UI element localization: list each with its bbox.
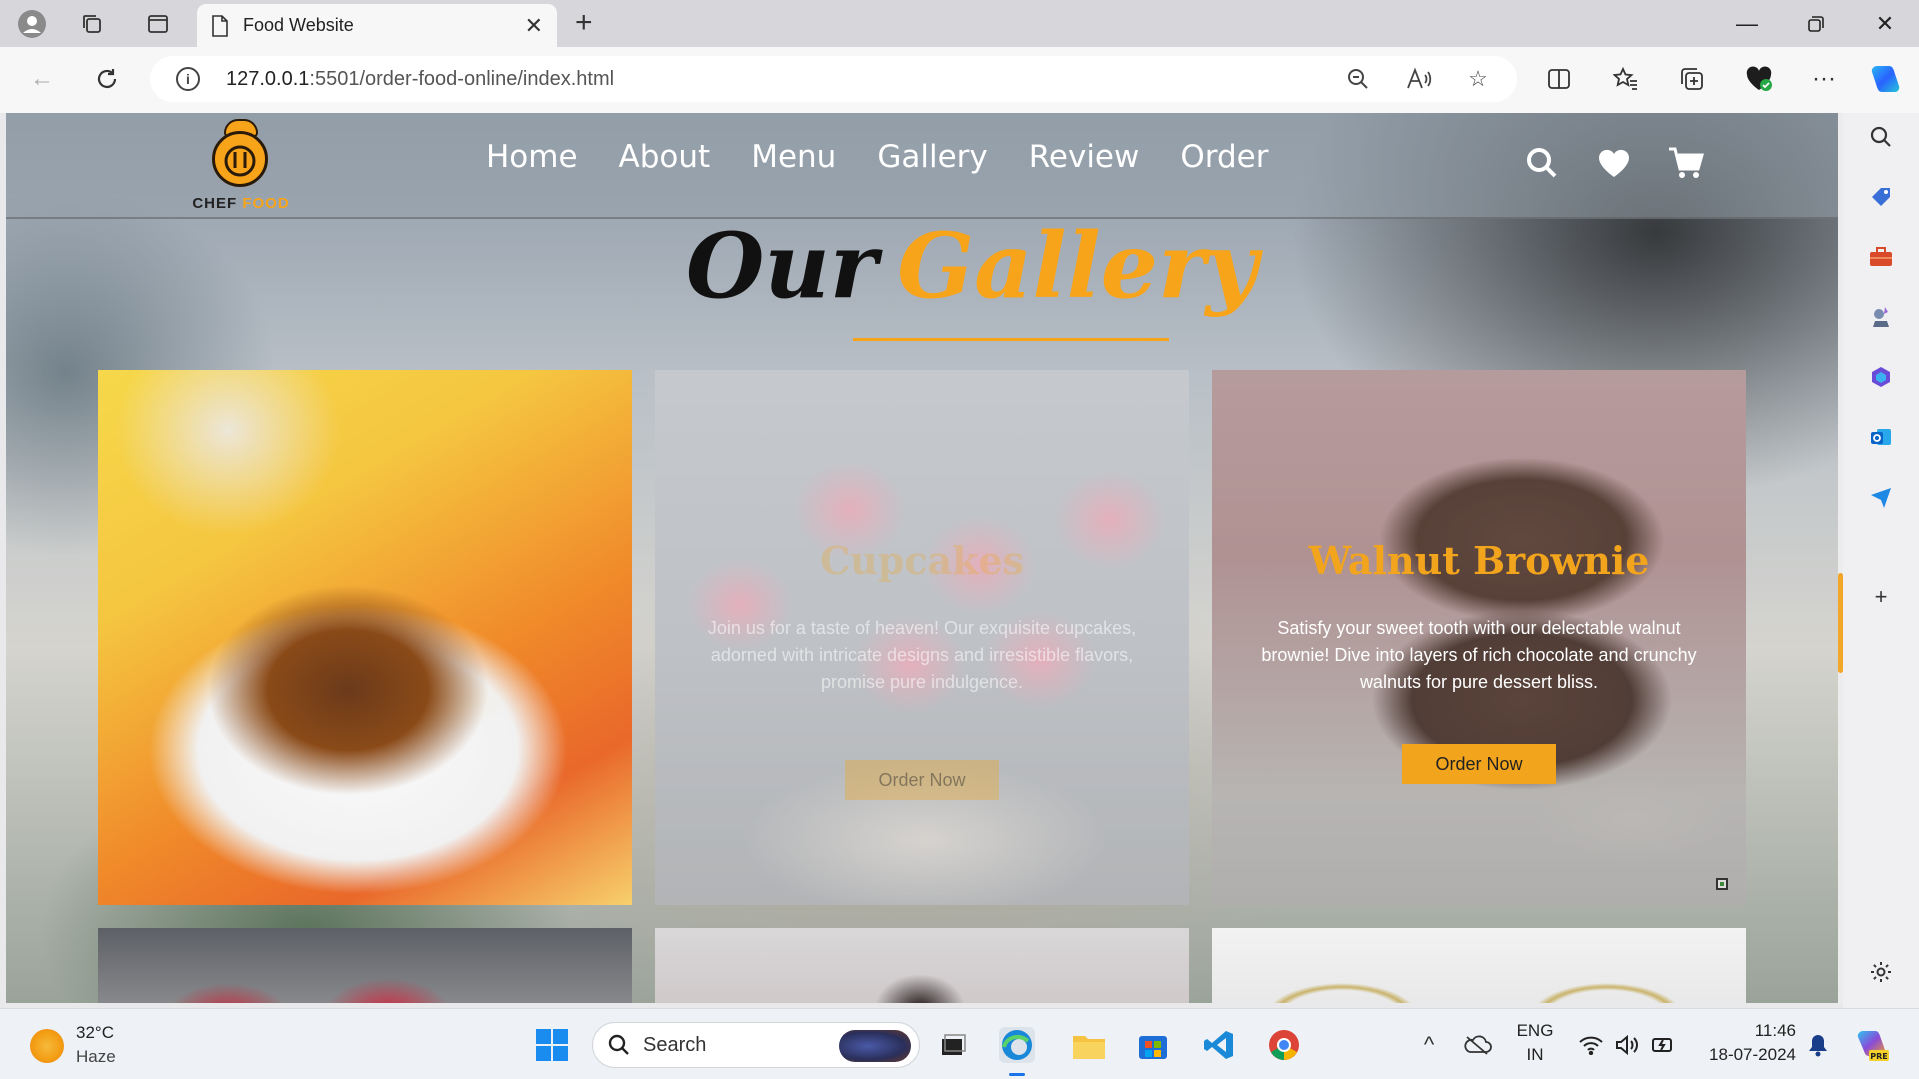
weather-haze-icon[interactable] (30, 1029, 64, 1063)
add-sidebar-app-icon[interactable]: + (1867, 583, 1895, 611)
favorites-icon[interactable] (1608, 61, 1644, 97)
card-description: Satisfy your sweet tooth with our delect… (1261, 618, 1697, 692)
copilot-icon[interactable] (1867, 61, 1903, 97)
chef-logo-icon (212, 131, 268, 187)
task-view-icon[interactable] (934, 1027, 970, 1063)
svg-text:PRE: PRE (1870, 1052, 1888, 1061)
nav-review[interactable]: Review (1029, 139, 1140, 175)
browser-tab-bar: Food Website ✕ + — ✕ (0, 0, 1919, 47)
heart-icon[interactable] (1594, 143, 1634, 183)
nav-gallery[interactable]: Gallery (877, 139, 987, 175)
clock-time[interactable]: 11:46 (1700, 1021, 1796, 1041)
tab-close-icon[interactable]: ✕ (525, 13, 543, 39)
wifi-icon[interactable] (1573, 1027, 1609, 1063)
search-icon[interactable] (1522, 143, 1562, 183)
gallery-card-cookies[interactable] (655, 928, 1189, 1003)
url-text[interactable]: 127.0.0.1:5501/order-food-online/index.h… (226, 68, 614, 91)
gallery-card-cupcakes[interactable]: Cupcakes Join us for a taste of heaven! … (655, 370, 1189, 905)
browser-essentials-icon[interactable] (1741, 61, 1777, 97)
sidebar-search-icon[interactable] (1867, 123, 1895, 151)
gallery-card-walnut-brownie[interactable]: Walnut Brownie Satisfy your sweet tooth … (1212, 370, 1746, 905)
card-description: Join us for a taste of heaven! Our exqui… (707, 618, 1137, 692)
windows-start-icon[interactable] (534, 1027, 570, 1063)
back-button[interactable]: ← (24, 61, 60, 97)
outlook-icon[interactable] (1867, 423, 1895, 451)
language-region[interactable]: IN (1512, 1045, 1558, 1065)
main-nav: Home About Menu Gallery Review Order (486, 139, 1268, 175)
taskbar-search-label: Search (643, 1033, 707, 1056)
shopping-tag-icon[interactable] (1867, 183, 1895, 211)
microsoft-365-icon[interactable] (1867, 363, 1895, 391)
more-menu-icon[interactable]: ··· (1806, 61, 1842, 97)
order-now-button[interactable]: Order Now (1402, 744, 1556, 784)
logo-text: CHEF FOOD (192, 195, 290, 212)
microsoft-store-icon[interactable] (1135, 1027, 1171, 1063)
edge-active-indicator (1009, 1073, 1025, 1076)
new-tab-button[interactable]: + (575, 8, 593, 38)
favorite-star-icon[interactable]: ☆ (1463, 64, 1493, 94)
tab-title: Food Website (243, 15, 354, 35)
card-title: Cupcakes (819, 538, 1025, 583)
minimize-button[interactable]: — (1727, 8, 1767, 40)
nav-home[interactable]: Home (486, 139, 578, 175)
vertical-tabs-icon[interactable] (142, 8, 174, 40)
battery-charging-icon[interactable] (1645, 1027, 1681, 1063)
nav-order[interactable]: Order (1180, 139, 1268, 175)
workspaces-icon[interactable] (76, 8, 108, 40)
nav-about[interactable]: About (619, 139, 711, 175)
page-viewport: CHEF FOOD Home About Menu Gallery Review… (6, 113, 1838, 1003)
restore-button[interactable] (1796, 8, 1836, 40)
site-header: CHEF FOOD Home About Menu Gallery Review… (6, 113, 1838, 219)
gallery-heading: Our Gallery (686, 213, 1258, 319)
tools-icon[interactable] (1867, 243, 1895, 271)
split-screen-icon[interactable] (1541, 61, 1577, 97)
site-info-icon[interactable]: i (176, 67, 200, 91)
send-icon[interactable] (1867, 483, 1895, 511)
show-hidden-icons-icon[interactable]: ^ (1411, 1027, 1447, 1063)
games-icon[interactable] (1867, 303, 1895, 331)
heading-underline (853, 338, 1169, 341)
card-title: Walnut Brownie (1308, 538, 1650, 583)
collections-icon[interactable] (1674, 61, 1710, 97)
taskbar-search[interactable]: Search (592, 1022, 920, 1068)
profile-icon[interactable] (16, 8, 48, 40)
notifications-bell-icon[interactable] (1800, 1027, 1836, 1063)
taskbar-search-icon (608, 1034, 629, 1055)
gallery-card-caramel-cake[interactable] (98, 370, 632, 905)
close-window-button[interactable]: ✕ (1865, 8, 1905, 40)
image-corner-icon (1716, 878, 1728, 890)
weather-condition[interactable]: Haze (76, 1047, 116, 1067)
chrome-icon[interactable] (1266, 1027, 1302, 1063)
tab-food-website[interactable]: Food Website ✕ (197, 4, 557, 47)
windows-taskbar: 32°C Haze Search ^ ENG IN 11:46 18-07-20… (0, 1008, 1919, 1079)
zoom-out-icon[interactable] (1343, 64, 1373, 94)
edge-sidebar: + (1843, 113, 1919, 1008)
copilot-preview-icon[interactable]: PRE (1854, 1027, 1890, 1063)
read-aloud-icon[interactable] (1404, 64, 1434, 94)
refresh-button[interactable] (89, 61, 125, 97)
weather-temperature[interactable]: 32°C (76, 1023, 114, 1043)
search-highlight-image (839, 1030, 911, 1062)
onedrive-offline-icon[interactable] (1460, 1027, 1496, 1063)
clock-date[interactable]: 18-07-2024 (1696, 1045, 1796, 1065)
address-bar[interactable]: i 127.0.0.1:5501/order-food-online/index… (150, 56, 1517, 102)
language-code[interactable]: ENG (1512, 1021, 1558, 1041)
browser-toolbar: ← i 127.0.0.1:5501/order-food-online/ind… (0, 47, 1919, 113)
sidebar-settings-icon[interactable] (1867, 958, 1895, 986)
gallery-card-strawberries[interactable] (98, 928, 632, 1003)
edge-taskbar-icon[interactable] (999, 1027, 1035, 1063)
order-now-button[interactable]: Order Now (845, 760, 999, 800)
vscode-icon[interactable] (1201, 1027, 1237, 1063)
file-explorer-icon[interactable] (1071, 1027, 1107, 1063)
site-logo[interactable]: CHEF FOOD (186, 119, 296, 214)
nav-menu[interactable]: Menu (751, 139, 836, 175)
cart-icon[interactable] (1666, 143, 1706, 183)
gallery-card-drinks[interactable] (1212, 928, 1746, 1003)
volume-icon[interactable] (1609, 1027, 1645, 1063)
page-icon (212, 14, 228, 37)
